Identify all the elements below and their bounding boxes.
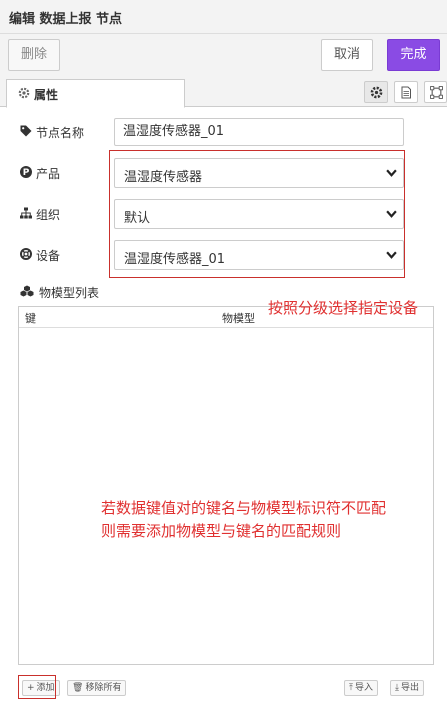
gear-icon <box>370 86 383 99</box>
download-icon: ⤓ <box>395 683 399 693</box>
import-button[interactable]: ⤒ 导入 <box>344 680 378 696</box>
description-tab-button[interactable] <box>394 81 418 103</box>
cascade-hint-annotation: 按照分级选择指定设备 <box>268 299 419 317</box>
lifebuoy-icon <box>20 248 32 260</box>
appearance-tab-button[interactable] <box>424 81 447 103</box>
tab-properties[interactable]: 属性 <box>6 79 185 108</box>
done-button[interactable]: 完成 <box>387 39 440 71</box>
document-icon <box>401 86 411 99</box>
cubes-icon <box>20 285 34 297</box>
column-model: 物模型 <box>222 312 255 325</box>
dialog-toolbar: 删除 取消 完成 <box>0 34 447 76</box>
export-button[interactable]: ⤓ 导出 <box>390 680 424 696</box>
product-p-icon: P <box>20 166 32 178</box>
mapping-hint-line1: 若数据键值对的键名与物模型标识符不匹配 <box>101 499 387 517</box>
gear-icon <box>18 87 30 99</box>
tag-icon <box>20 125 32 137</box>
remove-all-button[interactable]: 🗑 移除所有 <box>67 680 127 696</box>
mapping-hint-line2: 则需要添加物模型与键名的匹配规则 <box>101 522 342 540</box>
cascade-highlight-box <box>109 150 405 278</box>
tab-bar: 属性 <box>0 76 447 108</box>
cancel-button[interactable]: 取消 <box>321 39 373 71</box>
frame-icon <box>430 86 443 99</box>
add-highlight-box <box>18 675 56 699</box>
column-key: 键 <box>25 312 36 325</box>
trash-icon: 🗑 <box>72 683 84 693</box>
dialog-title: 编辑 数据上报 节点 <box>9 12 123 27</box>
delete-button[interactable]: 删除 <box>8 39 60 71</box>
node-name-input[interactable]: 温湿度传感器_01 <box>114 118 404 146</box>
svg-text:P: P <box>23 168 30 178</box>
dialog-header: 编辑 数据上报 节点 <box>0 0 447 34</box>
tab-properties-label: 属性 <box>34 88 59 102</box>
model-mapping-table: 键 物模型 <box>18 306 434 665</box>
upload-icon: ⤒ <box>349 683 353 693</box>
settings-tab-button[interactable] <box>364 81 388 103</box>
sitemap-icon <box>20 207 32 219</box>
